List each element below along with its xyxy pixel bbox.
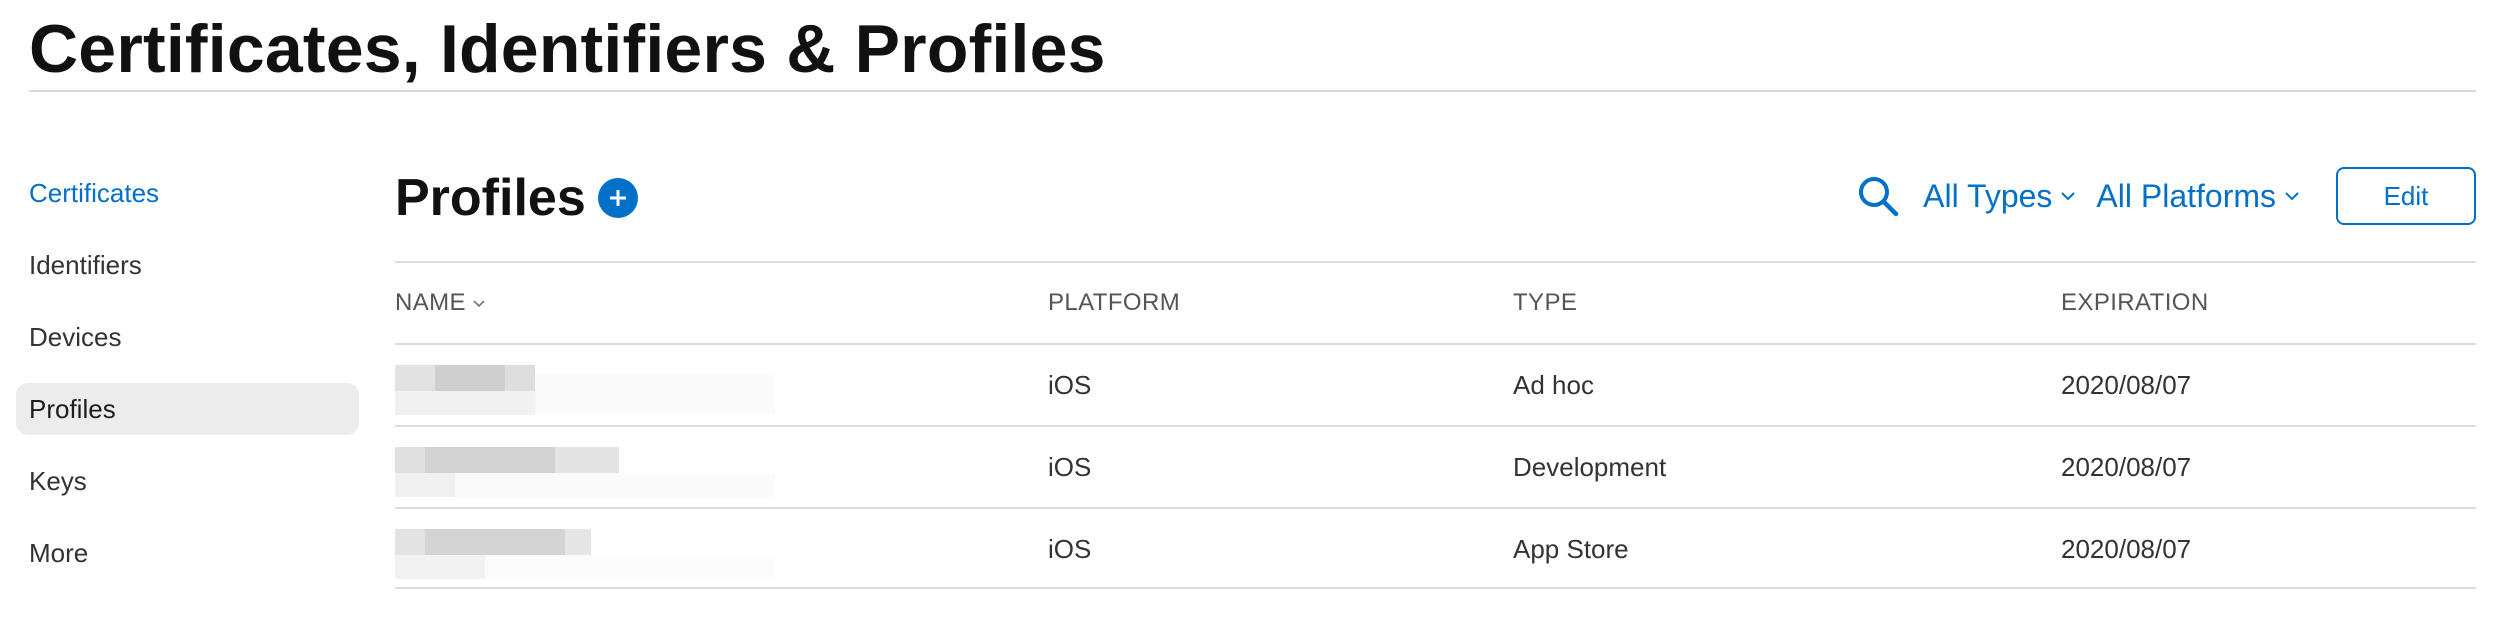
type-cell: Ad hoc — [1513, 369, 1594, 400]
sidebar-item-more[interactable]: More — [16, 527, 359, 579]
sidebar-item-label: Keys — [29, 465, 87, 496]
redacted-profile-name[interactable] — [395, 447, 775, 505]
search-button[interactable] — [1855, 173, 1901, 219]
type-cell: Development — [1513, 451, 1667, 482]
chevron-down-icon — [2061, 192, 2076, 201]
sidebar-item-label: Devices — [29, 321, 122, 352]
type-filter-label: All Types — [1923, 177, 2053, 214]
search-icon — [1859, 177, 1899, 217]
column-header-type[interactable]: TYPE — [1513, 263, 1577, 343]
table-row[interactable]: iOS Ad hoc 2020/08/07 — [395, 343, 2476, 425]
section-header: Profiles — [395, 168, 638, 228]
sidebar-item-label: Profiles — [29, 393, 116, 424]
sidebar-item-label: Identifiers — [29, 249, 142, 280]
add-profile-button[interactable] — [597, 178, 638, 218]
platform-cell: iOS — [1048, 533, 1092, 564]
chevron-down-icon — [2285, 192, 2299, 201]
profiles-table: NAME PLATFORM TYPE EXPIRATION iOS Ad hoc… — [395, 261, 2476, 589]
edit-button[interactable]: Edit — [2336, 167, 2476, 225]
title-divider — [29, 90, 2476, 92]
redacted-profile-name[interactable] — [395, 529, 775, 587]
column-header-expiration[interactable]: EXPIRATION — [2061, 263, 2209, 343]
platform-filter-dropdown[interactable]: All Platforms — [2096, 178, 2300, 215]
platform-cell: iOS — [1048, 451, 1092, 482]
chevron-down-icon — [473, 299, 485, 307]
plus-circle-icon — [609, 190, 626, 206]
expiration-cell: 2020/08/07 — [2061, 451, 2192, 482]
platform-cell: iOS — [1048, 369, 1092, 400]
expiration-cell: 2020/08/07 — [2061, 369, 2192, 400]
table-header: NAME PLATFORM TYPE EXPIRATION — [395, 261, 2476, 343]
redacted-profile-name[interactable] — [395, 365, 775, 423]
section-title: Profiles — [395, 169, 586, 227]
sidebar-item-label: Certificates — [29, 177, 160, 208]
sidebar-item-devices[interactable]: Devices — [16, 311, 359, 363]
sidebar: Certificates Identifiers Devices Profile… — [16, 167, 359, 599]
type-filter-dropdown[interactable]: All Types — [1923, 178, 2076, 215]
column-header-label: NAME — [395, 289, 466, 316]
expiration-cell: 2020/08/07 — [2061, 533, 2192, 564]
table-row[interactable]: iOS App Store 2020/08/07 — [395, 507, 2476, 589]
sidebar-item-keys[interactable]: Keys — [16, 455, 359, 507]
sidebar-item-certificates[interactable]: Certificates — [16, 167, 359, 219]
platform-filter-label: All Platforms — [2096, 177, 2276, 214]
column-header-platform[interactable]: PLATFORM — [1048, 263, 1180, 343]
toolbar: All Types All Platforms Edit — [1855, 166, 2476, 226]
sidebar-item-identifiers[interactable]: Identifiers — [16, 239, 359, 291]
page-title: Certificates, Identifiers & Profiles — [29, 11, 1106, 87]
sidebar-item-profiles[interactable]: Profiles — [16, 383, 359, 435]
sidebar-item-label: More — [29, 537, 89, 568]
column-header-name[interactable]: NAME — [395, 263, 486, 343]
type-cell: App Store — [1513, 533, 1629, 564]
table-row[interactable]: iOS Development 2020/08/07 — [395, 425, 2476, 507]
